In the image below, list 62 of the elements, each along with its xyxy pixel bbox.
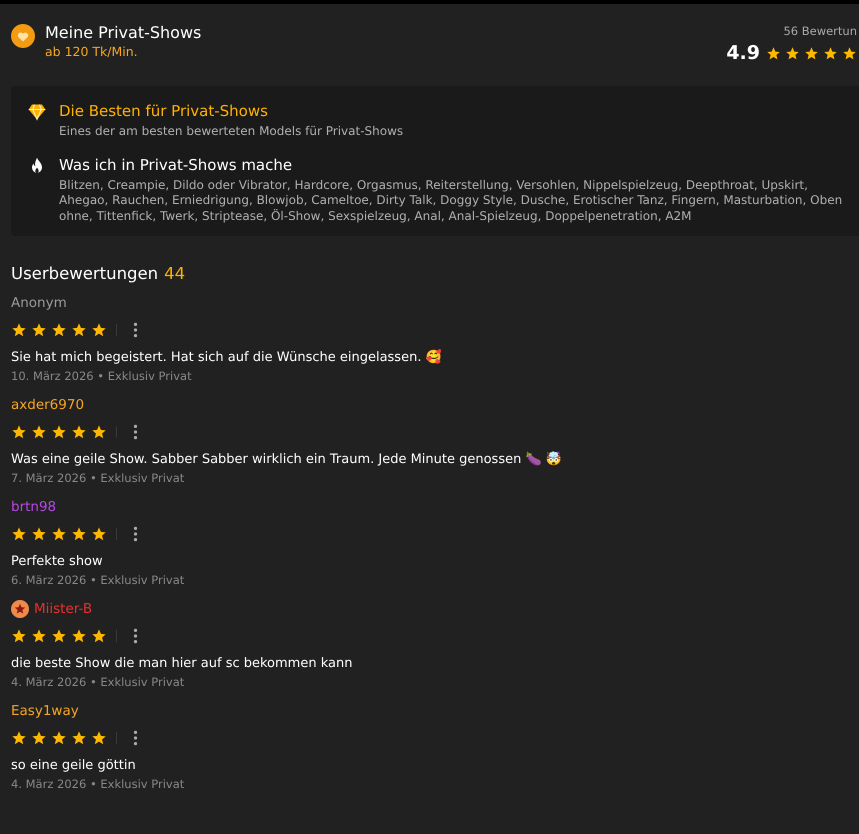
username[interactable]: Anonym (11, 295, 67, 311)
star-icon (71, 526, 87, 542)
review-meta: 7. März 2026 • Exklusiv Privat (11, 471, 186, 485)
star-icon (71, 322, 87, 338)
star-icon (804, 46, 819, 60)
star-icon (91, 628, 107, 644)
star-icon (51, 628, 67, 644)
rating-count: 56 Bewertun (783, 24, 857, 38)
star-icon (11, 424, 27, 440)
review-meta: 4. März 2026 • Exklusiv Privat (11, 777, 186, 791)
star-icon (31, 424, 47, 440)
reviews-heading: Userbewertungen (11, 264, 158, 283)
feature-title: Die Besten für Privat-Shows (59, 101, 269, 122)
star-icon (11, 628, 27, 644)
star-icon (51, 322, 67, 338)
star-icon (766, 46, 781, 60)
review-meta: 6. März 2026 • Exklusiv Privat (11, 573, 186, 587)
review-text: Sie hat mich begeistert. Hat sich auf die Wünsche eingelassen. 🥰 (11, 350, 442, 364)
feature-text: Eines der am besten bewerteten Models für Privat-Shows (59, 124, 404, 140)
username[interactable]: axder6970 (11, 397, 84, 413)
review-count: 44 (164, 264, 186, 283)
rating-value: 4.9 (726, 42, 760, 64)
more-options-icon[interactable] (133, 526, 138, 542)
star-icon (31, 322, 47, 338)
review-text: so eine geile göttin (11, 758, 136, 772)
star-icon (51, 526, 67, 542)
star-icon (71, 628, 87, 644)
username[interactable]: Miister-B (34, 601, 92, 617)
star-icon (51, 730, 67, 746)
more-options-icon[interactable] (133, 322, 138, 338)
section-title: Meine Privat-Shows (45, 22, 202, 44)
review-text: die beste Show die man hier auf sc bekommen kann (11, 656, 352, 670)
star-icon (91, 322, 107, 338)
star-icon (31, 628, 47, 644)
review-meta: 10. März 2026 • Exklusiv Privat (11, 369, 193, 383)
star-badge-icon (11, 600, 29, 618)
star-icon (11, 730, 27, 746)
review-text: Perfekte show (11, 554, 103, 568)
star-icon (91, 730, 107, 746)
star-icon (91, 526, 107, 542)
diamond-icon (27, 102, 47, 122)
star-icon (31, 526, 47, 542)
star-icon (91, 424, 107, 440)
more-options-icon[interactable] (133, 424, 138, 440)
star-icon (71, 424, 87, 440)
star-icon (842, 46, 857, 60)
star-icon (823, 46, 838, 60)
star-icon (51, 424, 67, 440)
username[interactable]: brtn98 (11, 499, 56, 515)
star-icon (785, 46, 800, 60)
star-icon (31, 730, 47, 746)
review-text: Was eine geile Show. Sabber Sabber wirklich ein Traum. Jede Minute genossen 🍆 🤯 (11, 452, 562, 466)
feature-text: Blitzen, Creampie, Dildo oder Vibrator, Hardcore, Orgasmus, Reiterstellung, Versohlen, Nippelspielzeug, Deepthroat, Upskirt, Ahegao, Rauchen, Erniedrigung, Blowjob, Cameltoe, Dirty Talk, Doggy Style, Dusche, Erotischer Tanz, Fingern, Masturbation, Oben ohne, Tittenfick, Twerk, Striptease, Öl-Show, Sexspielzeug, Anal, Anal-Spielzeug, Doppelpenetration, A2M (59, 178, 844, 224)
username[interactable]: Easy1way (11, 703, 79, 719)
star-icon (11, 526, 27, 542)
star-icon (11, 322, 27, 338)
more-options-icon[interactable] (133, 730, 138, 746)
feature-title: Was ich in Privat-Shows mache (59, 154, 294, 176)
review-meta: 4. März 2026 • Exklusiv Privat (11, 675, 186, 689)
price-text: ab 120 Tk/Min. (45, 44, 139, 59)
star-icon (71, 730, 87, 746)
more-options-icon[interactable] (133, 628, 138, 644)
